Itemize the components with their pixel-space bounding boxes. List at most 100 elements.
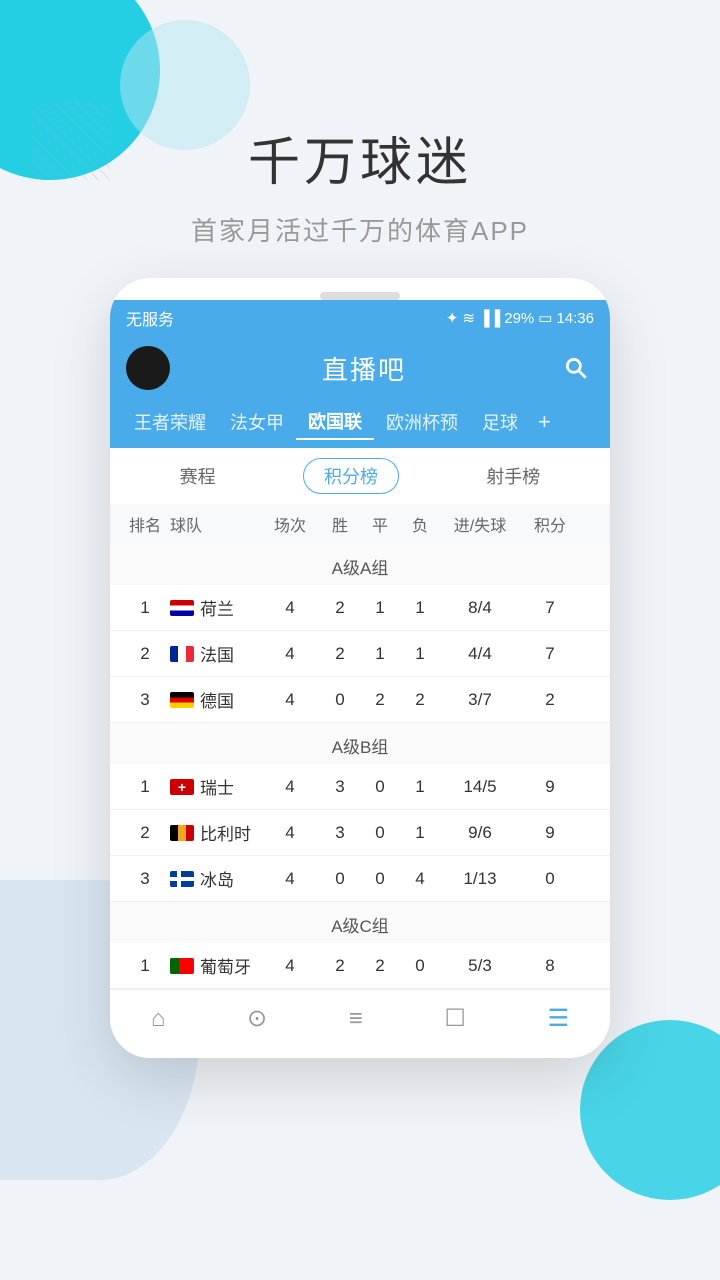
- team-cell: 德国: [170, 687, 260, 712]
- team-cell: 比利时: [170, 820, 260, 845]
- win: 2: [320, 956, 360, 976]
- nav-tab-ouguo[interactable]: 欧国联: [296, 404, 374, 440]
- win: 0: [320, 869, 360, 889]
- played: 4: [260, 644, 320, 664]
- sub-tabs: 赛程 积分榜 射手榜: [110, 448, 610, 504]
- standings-table: 排名 球队 场次 胜 平 负 进/失球 积分 A级A组 1 荷兰 4 2 1 1…: [110, 504, 610, 989]
- flag-be: [170, 825, 194, 841]
- draw: 0: [360, 777, 400, 797]
- col-draw: 平: [360, 512, 400, 536]
- table-row[interactable]: 2 比利时 4 3 0 1 9/6 9: [110, 810, 610, 856]
- lose: 1: [400, 598, 440, 618]
- app-logo[interactable]: [126, 346, 170, 390]
- team-name: 荷兰: [200, 595, 234, 620]
- played: 4: [260, 869, 320, 889]
- win: 2: [320, 644, 360, 664]
- wifi-icon: ≋: [462, 309, 475, 327]
- group-a-header: A级A组: [110, 544, 610, 585]
- flag-de: [170, 692, 194, 708]
- status-right: ✦ ≋ ▐▐ 29% ▭ 14:36: [446, 309, 594, 327]
- team-cell: 法国: [170, 641, 260, 666]
- home-icon: ⌂: [151, 1005, 166, 1033]
- goals: 8/4: [440, 598, 520, 618]
- bluetooth-icon: ✦: [446, 309, 459, 327]
- video-icon: ⊙: [247, 1004, 267, 1033]
- nav-tab-fanv[interactable]: 法女甲: [218, 405, 296, 439]
- sub-tab-standings[interactable]: 积分榜: [303, 458, 399, 494]
- page-title: 千万球迷: [0, 120, 720, 195]
- phone-mockup: 无服务 ✦ ≋ ▐▐ 29% ▭ 14:36 直播吧 王者荣耀 法女甲 欧国联 …: [110, 278, 610, 1058]
- sub-tab-scorers[interactable]: 射手榜: [466, 459, 560, 493]
- col-points: 积分: [520, 512, 580, 536]
- team-name: 瑞士: [200, 774, 234, 799]
- draw: 1: [360, 644, 400, 664]
- table-row[interactable]: 1 葡萄牙 4 2 2 0 5/3 8: [110, 943, 610, 989]
- col-lose: 负: [400, 512, 440, 536]
- played: 4: [260, 690, 320, 710]
- goals: 4/4: [440, 644, 520, 664]
- status-bar: 无服务 ✦ ≋ ▐▐ 29% ▭ 14:36: [110, 300, 610, 336]
- lose: 0: [400, 956, 440, 976]
- flag-fr: [170, 646, 194, 662]
- table-row[interactable]: 2 法国 4 2 1 1 4/4 7: [110, 631, 610, 677]
- status-carrier: 无服务: [126, 306, 174, 330]
- points: 9: [520, 777, 580, 797]
- team-cell: 葡萄牙: [170, 953, 260, 978]
- lose: 2: [400, 690, 440, 710]
- news-icon: ≡: [349, 1005, 363, 1033]
- rank: 1: [120, 598, 170, 618]
- rank: 3: [120, 690, 170, 710]
- win: 3: [320, 823, 360, 843]
- search-button[interactable]: [558, 350, 594, 386]
- table-row[interactable]: 3 冰岛 4 0 0 4 1/13 0: [110, 856, 610, 902]
- nav-tab-ouzhoupre[interactable]: 欧洲杯预: [374, 405, 470, 439]
- search-icon: [563, 355, 589, 381]
- draw: 0: [360, 823, 400, 843]
- points: 9: [520, 823, 580, 843]
- group-b-header: A级B组: [110, 723, 610, 764]
- message-icon: ☐: [444, 1004, 466, 1033]
- bottom-nav-home[interactable]: ⌂: [151, 1005, 166, 1035]
- played: 4: [260, 598, 320, 618]
- goals: 14/5: [440, 777, 520, 797]
- group-c-header: A级C组: [110, 902, 610, 943]
- goals: 1/13: [440, 869, 520, 889]
- table-row[interactable]: 1 荷兰 4 2 1 1 8/4 7: [110, 585, 610, 631]
- app-title: 直播吧: [322, 350, 406, 387]
- col-team: 球队: [170, 512, 260, 536]
- goals: 9/6: [440, 823, 520, 843]
- col-played: 场次: [260, 512, 320, 536]
- page-subtitle: 首家月活过千万的体育APP: [0, 211, 720, 248]
- col-goals: 进/失球: [440, 512, 520, 536]
- played: 4: [260, 956, 320, 976]
- team-name: 法国: [200, 641, 234, 666]
- bottom-nav-news[interactable]: ≡: [349, 1005, 363, 1035]
- app-header: 直播吧: [110, 336, 610, 404]
- goals: 5/3: [440, 956, 520, 976]
- draw: 2: [360, 690, 400, 710]
- nav-tab-add[interactable]: +: [530, 405, 559, 439]
- flag-is: [170, 871, 194, 887]
- list-icon: ☰: [548, 1004, 570, 1033]
- goals: 3/7: [440, 690, 520, 710]
- time-display: 14:36: [556, 310, 594, 327]
- bg-decoration-circle-bottom: [580, 1020, 720, 1200]
- lose: 4: [400, 869, 440, 889]
- nav-tab-wangzhe[interactable]: 王者荣耀: [122, 405, 218, 439]
- points: 7: [520, 598, 580, 618]
- team-name: 葡萄牙: [200, 953, 251, 978]
- phone-speaker: [320, 292, 400, 300]
- table-row[interactable]: 1 瑞士 4 3 0 1 14/5 9: [110, 764, 610, 810]
- points: 8: [520, 956, 580, 976]
- bottom-nav-message[interactable]: ☐: [444, 1004, 466, 1035]
- nav-tab-zuqiu[interactable]: 足球: [470, 405, 530, 439]
- bottom-nav: ⌂ ⊙ ≡ ☐ ☰: [110, 989, 610, 1045]
- bottom-nav-mine[interactable]: ☰: [548, 1004, 570, 1035]
- bottom-nav-video[interactable]: ⊙: [247, 1004, 267, 1035]
- sub-tab-schedule[interactable]: 赛程: [160, 459, 236, 493]
- draw: 1: [360, 598, 400, 618]
- points: 7: [520, 644, 580, 664]
- table-row[interactable]: 3 德国 4 0 2 2 3/7 2: [110, 677, 610, 723]
- points: 2: [520, 690, 580, 710]
- rank: 1: [120, 777, 170, 797]
